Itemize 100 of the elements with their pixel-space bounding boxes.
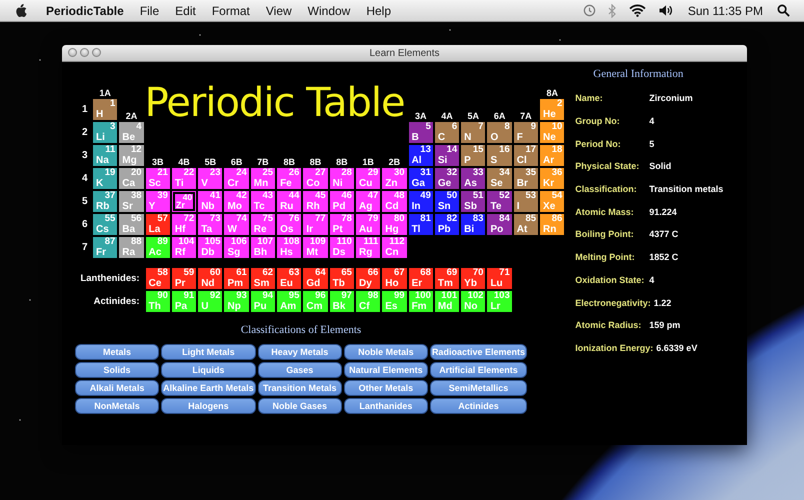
element-tile[interactable]: 16 S xyxy=(486,144,513,167)
element-tile[interactable]: 107 Bh xyxy=(250,236,276,259)
element-tile[interactable]: 84 Po xyxy=(486,213,513,236)
element-tile[interactable]: 88 Ra xyxy=(118,236,145,259)
classification-button[interactable]: Artificial Elements xyxy=(430,362,527,378)
classification-button[interactable]: Transition Metals xyxy=(258,380,342,396)
element-tile[interactable]: 11 Na xyxy=(92,144,118,167)
element-tile[interactable]: 30 Zn xyxy=(381,167,408,190)
element-tile[interactable]: 104 Rf xyxy=(170,236,198,259)
element-tile[interactable]: 73 Ta xyxy=(197,213,224,236)
search-icon[interactable] xyxy=(777,4,790,17)
classification-button[interactable]: Other Metals xyxy=(344,380,428,396)
wifi-icon[interactable] xyxy=(628,4,646,17)
element-tile[interactable]: 72 Hf xyxy=(170,213,198,236)
element-tile[interactable]: 76 Os xyxy=(276,213,302,236)
element-tile[interactable]: 51 Sb xyxy=(460,190,486,213)
element-tile[interactable]: 27 Co xyxy=(302,167,329,190)
element-tile[interactable]: 5 B xyxy=(408,121,434,144)
bluetooth-icon[interactable] xyxy=(608,4,617,18)
element-tile[interactable]: 39 Y xyxy=(144,190,171,213)
classification-button[interactable]: Alkaline Earth Metals xyxy=(161,380,256,396)
close-button[interactable] xyxy=(68,48,77,57)
element-tile[interactable]: 24 Cr xyxy=(223,167,250,190)
element-tile[interactable]: 87 Fr xyxy=(92,236,118,259)
classification-button[interactable]: Solids xyxy=(75,362,160,378)
element-tile[interactable]: 9 F xyxy=(512,121,540,144)
element-tile[interactable]: 28 Ni xyxy=(328,167,355,190)
element-tile[interactable]: 62 Sm xyxy=(250,267,276,290)
element-tile[interactable]: 26 Fe xyxy=(276,167,302,190)
element-tile[interactable]: 18 Ar xyxy=(539,144,566,167)
element-tile[interactable]: 70 Yb xyxy=(460,267,486,290)
volume-icon[interactable] xyxy=(658,4,674,17)
classification-button[interactable]: Light Metals xyxy=(161,344,256,360)
element-tile[interactable]: 79 Au xyxy=(354,213,382,236)
element-tile[interactable]: 67 Ho xyxy=(381,267,408,290)
element-tile[interactable]: 57 La xyxy=(144,213,171,236)
element-tile[interactable]: 37 Rb xyxy=(92,190,118,213)
classification-button[interactable]: Gases xyxy=(258,362,342,378)
element-tile[interactable]: 59 Pr xyxy=(170,267,198,290)
element-tile[interactable]: 17 Cl xyxy=(512,144,540,167)
minimize-button[interactable] xyxy=(80,48,89,57)
element-tile[interactable]: 106 Sg xyxy=(223,236,250,259)
element-tile[interactable]: 63 Eu xyxy=(276,267,302,290)
menu-clock[interactable]: Sun 11:35 PM xyxy=(680,4,771,18)
classification-button[interactable]: Noble Metals xyxy=(344,344,428,360)
element-tile[interactable]: 49 In xyxy=(408,190,434,213)
element-tile[interactable]: 23 V xyxy=(197,167,224,190)
menu-item[interactable]: Help xyxy=(358,4,400,18)
element-tile[interactable]: 35 Br xyxy=(512,167,540,190)
classification-button[interactable]: Heavy Metals xyxy=(258,344,342,360)
element-tile[interactable]: 54 Xe xyxy=(539,190,566,213)
element-tile[interactable]: 6 C xyxy=(434,121,460,144)
element-tile[interactable]: 56 Ba xyxy=(118,213,145,236)
element-tile[interactable]: 10 Ne xyxy=(539,121,566,144)
element-tile[interactable]: 46 Pd xyxy=(328,190,355,213)
element-tile[interactable]: 85 At xyxy=(512,213,540,236)
classification-button[interactable]: Radioactive Elements xyxy=(430,344,527,360)
element-tile[interactable]: 111 Rg xyxy=(354,236,382,259)
element-tile[interactable]: 2 He xyxy=(539,98,566,121)
element-tile[interactable]: 1 H xyxy=(92,98,118,121)
element-tile[interactable]: 65 Tb xyxy=(328,267,355,290)
element-tile[interactable]: 38 Sr xyxy=(118,190,145,213)
element-tile[interactable]: 112 Cn xyxy=(381,236,408,259)
classification-button[interactable]: Noble Gases xyxy=(258,398,342,414)
element-tile[interactable]: 64 Gd xyxy=(302,267,329,290)
classification-button[interactable]: Metals xyxy=(75,344,160,360)
element-tile[interactable]: 68 Er xyxy=(408,267,434,290)
menu-item[interactable]: Window xyxy=(300,4,358,18)
element-tile[interactable]: 7 N xyxy=(460,121,486,144)
element-tile[interactable]: 78 Pt xyxy=(328,213,355,236)
element-tile[interactable]: 13 Al xyxy=(408,144,434,167)
element-tile[interactable]: 22 Ti xyxy=(170,167,198,190)
element-tile[interactable]: 52 Te xyxy=(486,190,513,213)
menu-item[interactable]: View xyxy=(258,4,300,18)
element-tile[interactable]: 108 Hs xyxy=(276,236,302,259)
element-tile[interactable]: 21 Sc xyxy=(144,167,171,190)
element-tile[interactable]: 74 W xyxy=(223,213,250,236)
element-tile[interactable]: 14 Si xyxy=(434,144,460,167)
element-tile[interactable]: 44 Ru xyxy=(276,190,302,213)
element-tile[interactable]: 75 Re xyxy=(250,213,276,236)
element-tile[interactable]: 40 Zr xyxy=(170,190,198,213)
element-tile[interactable]: 105 Db xyxy=(197,236,224,259)
element-tile[interactable]: 4 Be xyxy=(118,121,145,144)
element-tile[interactable]: 71 Lu xyxy=(486,267,513,290)
element-tile[interactable]: 80 Hg xyxy=(381,213,408,236)
zoom-button[interactable] xyxy=(92,48,101,57)
classification-button[interactable]: Natural Elements xyxy=(344,362,428,378)
element-tile[interactable]: 15 P xyxy=(460,144,486,167)
element-tile[interactable]: 25 Mn xyxy=(250,167,276,190)
element-tile[interactable]: 61 Pm xyxy=(223,267,250,290)
classification-button[interactable]: Lanthanides xyxy=(344,398,428,414)
element-tile[interactable]: 45 Rh xyxy=(302,190,329,213)
element-tile[interactable]: 41 Nb xyxy=(197,190,224,213)
element-tile[interactable]: 20 Ca xyxy=(118,167,145,190)
menu-item[interactable]: File xyxy=(132,4,168,18)
element-tile[interactable]: 110 Ds xyxy=(328,236,355,259)
element-tile[interactable]: 109 Mt xyxy=(302,236,329,259)
element-tile[interactable]: 33 As xyxy=(460,167,486,190)
element-tile[interactable]: 31 Ga xyxy=(408,167,434,190)
element-tile[interactable]: 42 Mo xyxy=(223,190,250,213)
